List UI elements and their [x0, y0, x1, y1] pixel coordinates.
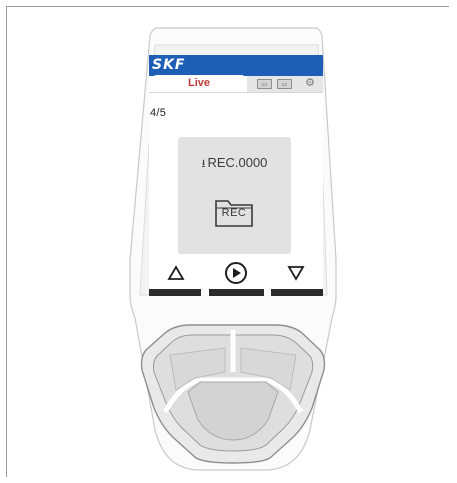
divider	[149, 92, 323, 93]
brand-bar: SKF	[149, 55, 323, 76]
device-screen: SKF Live ▭ ▭ ⚙ 4/5 ⭳ REC.0000 REC	[149, 55, 323, 296]
play-circle-icon[interactable]	[221, 260, 251, 286]
tab-live-label: Live	[187, 77, 210, 89]
folder-icon: REC	[214, 198, 254, 228]
memory-card-icon[interactable]: ▭	[257, 79, 272, 89]
triangle-down-icon[interactable]	[281, 260, 311, 286]
nav-indicator-right	[271, 289, 323, 296]
recording-name-row: ⭳ REC.0000	[178, 155, 291, 174]
gear-icon[interactable]: ⚙	[304, 77, 316, 89]
triangle-up-icon[interactable]	[161, 260, 191, 286]
recording-name: REC.0000	[207, 155, 268, 170]
recording-counter: 4/5	[150, 107, 167, 119]
tab-live[interactable]: Live	[151, 75, 247, 92]
recording-card[interactable]: ⭳ REC.0000 REC	[178, 137, 291, 254]
nav-indicator-center	[209, 289, 264, 296]
download-icon: ⭳	[201, 158, 206, 170]
skf-logo: SKF	[152, 57, 186, 73]
nav-indicator-left	[149, 289, 201, 296]
folder-label: REC	[221, 207, 247, 219]
memory-card-icon[interactable]: ▭	[277, 79, 292, 89]
